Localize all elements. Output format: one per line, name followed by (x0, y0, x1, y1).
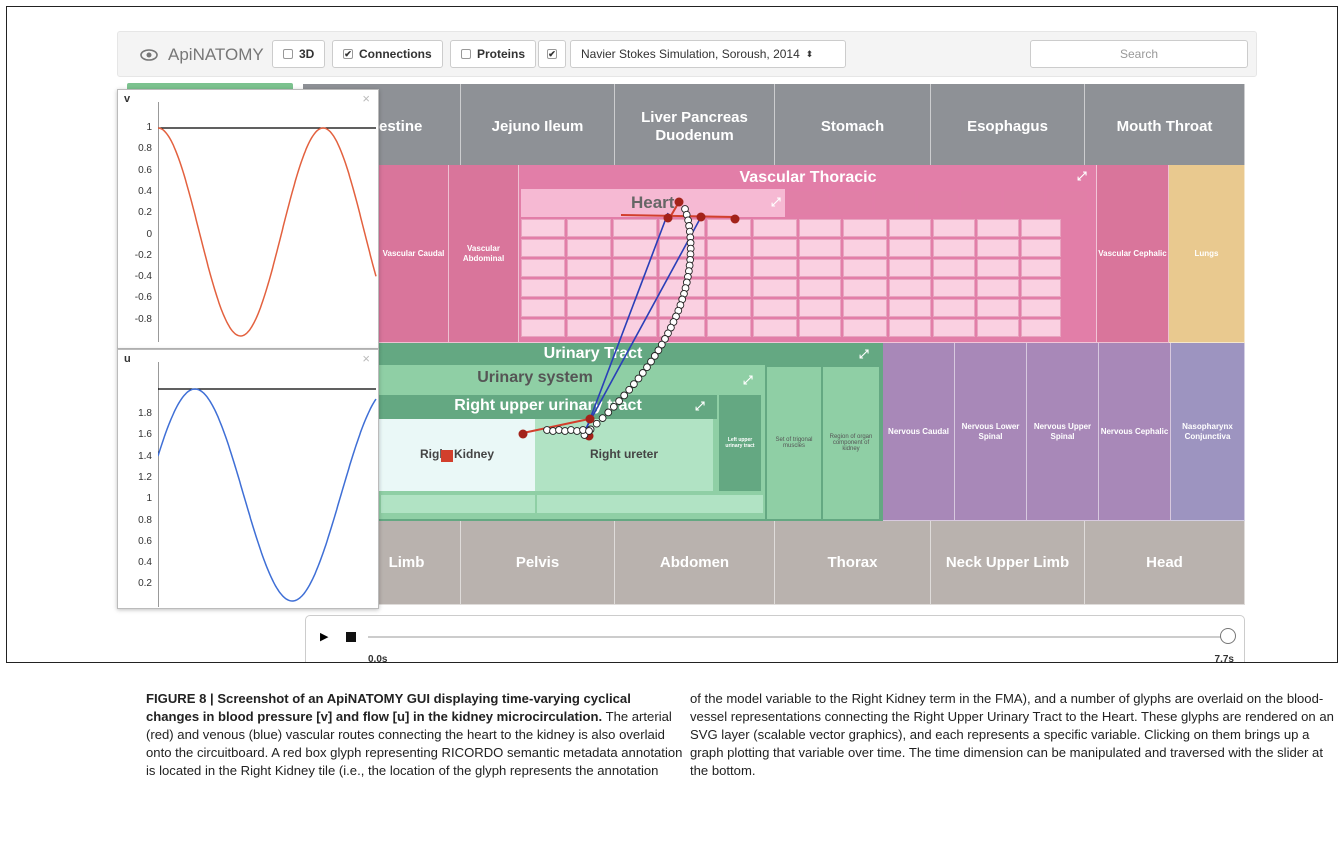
venous-route (583, 216, 702, 433)
glyph-node[interactable] (674, 197, 684, 207)
figure-caption-right: of the model variable to the Right Kidne… (690, 690, 1340, 780)
time-slider-panel: ▶ 0.0s 7.7s (305, 615, 1245, 663)
y-tick-label: 0.2 (138, 578, 152, 590)
time-end-label: 7.7s (1214, 654, 1234, 663)
y-tick-label: 1.2 (138, 471, 152, 483)
caption-right-body: of the model variable to the Right Kidne… (690, 691, 1334, 778)
variable-glyph[interactable] (630, 380, 638, 388)
plot-panel-u[interactable]: u × 1.8 1.6 1.4 1.2 1 0.8 0.6 0.4 0.2 (117, 349, 379, 609)
variable-glyph[interactable] (592, 419, 601, 428)
y-tick-label: 1.8 (138, 408, 152, 419)
y-tick-label: 0.8 (138, 143, 152, 155)
stop-icon[interactable] (346, 632, 356, 642)
panel-title: v (124, 93, 131, 105)
y-tick-label: 0.6 (138, 535, 152, 547)
y-tick-label: 0.4 (138, 185, 152, 197)
variable-glyph[interactable] (609, 402, 618, 411)
play-icon[interactable]: ▶ (320, 630, 328, 643)
v-curve (158, 127, 377, 337)
time-slider-thumb[interactable] (1220, 628, 1236, 644)
y-tick-label: 0.4 (138, 557, 152, 569)
panel-title: u (124, 353, 131, 365)
y-tick-label: 1 (146, 493, 152, 505)
y-tick-label: -0.8 (134, 313, 152, 325)
variable-glyph[interactable] (598, 414, 607, 422)
y-tick-label: -0.4 (134, 271, 152, 283)
time-slider-track[interactable] (368, 636, 1228, 638)
y-tick-label: 0.2 (138, 207, 152, 219)
annotation-glyph[interactable] (441, 450, 453, 462)
time-start-label: 0.0s (368, 654, 388, 663)
y-tick-label: 0.6 (138, 164, 152, 176)
y-tick-label: 1.4 (138, 450, 152, 462)
glyph-node[interactable] (730, 214, 740, 224)
glyph-node[interactable] (518, 429, 528, 439)
arterial-route (620, 214, 736, 218)
variable-glyph[interactable] (620, 391, 629, 400)
variable-glyph[interactable] (615, 397, 623, 405)
figure-title: FIGURE 8 | Screenshot of an ApiNATOMY GU… (146, 691, 631, 724)
glyph-node[interactable] (585, 414, 595, 424)
variable-glyph[interactable] (634, 374, 643, 383)
glyph-node[interactable] (663, 213, 673, 223)
y-tick-label: 1 (146, 122, 152, 133)
y-tick-label: -0.2 (134, 249, 152, 261)
plot-area (158, 102, 377, 342)
y-tick-label: 0 (146, 228, 152, 240)
variable-glyph[interactable] (585, 427, 593, 435)
y-tick-label: 0.8 (138, 514, 152, 526)
y-tick-label: 1.6 (138, 429, 152, 441)
variable-glyph-chain (543, 205, 695, 439)
variable-glyph[interactable] (604, 408, 613, 417)
plot-panel-v[interactable]: v × 1 0.8 0.6 0.4 0.2 0 -0.2 -0.4 -0.6 -0.8 (117, 89, 379, 349)
plot-area (158, 362, 377, 607)
variable-glyph[interactable] (625, 385, 634, 394)
glyph-node[interactable] (696, 212, 706, 222)
y-tick-label: -0.6 (134, 292, 152, 304)
figure-caption-left: FIGURE 8 | Screenshot of an ApiNATOMY GU… (146, 690, 686, 780)
u-curve (158, 388, 377, 602)
screenshot-frame: ApiNATOMY 3D ✔ Connections Proteins ✔ Nav… (6, 6, 1338, 663)
